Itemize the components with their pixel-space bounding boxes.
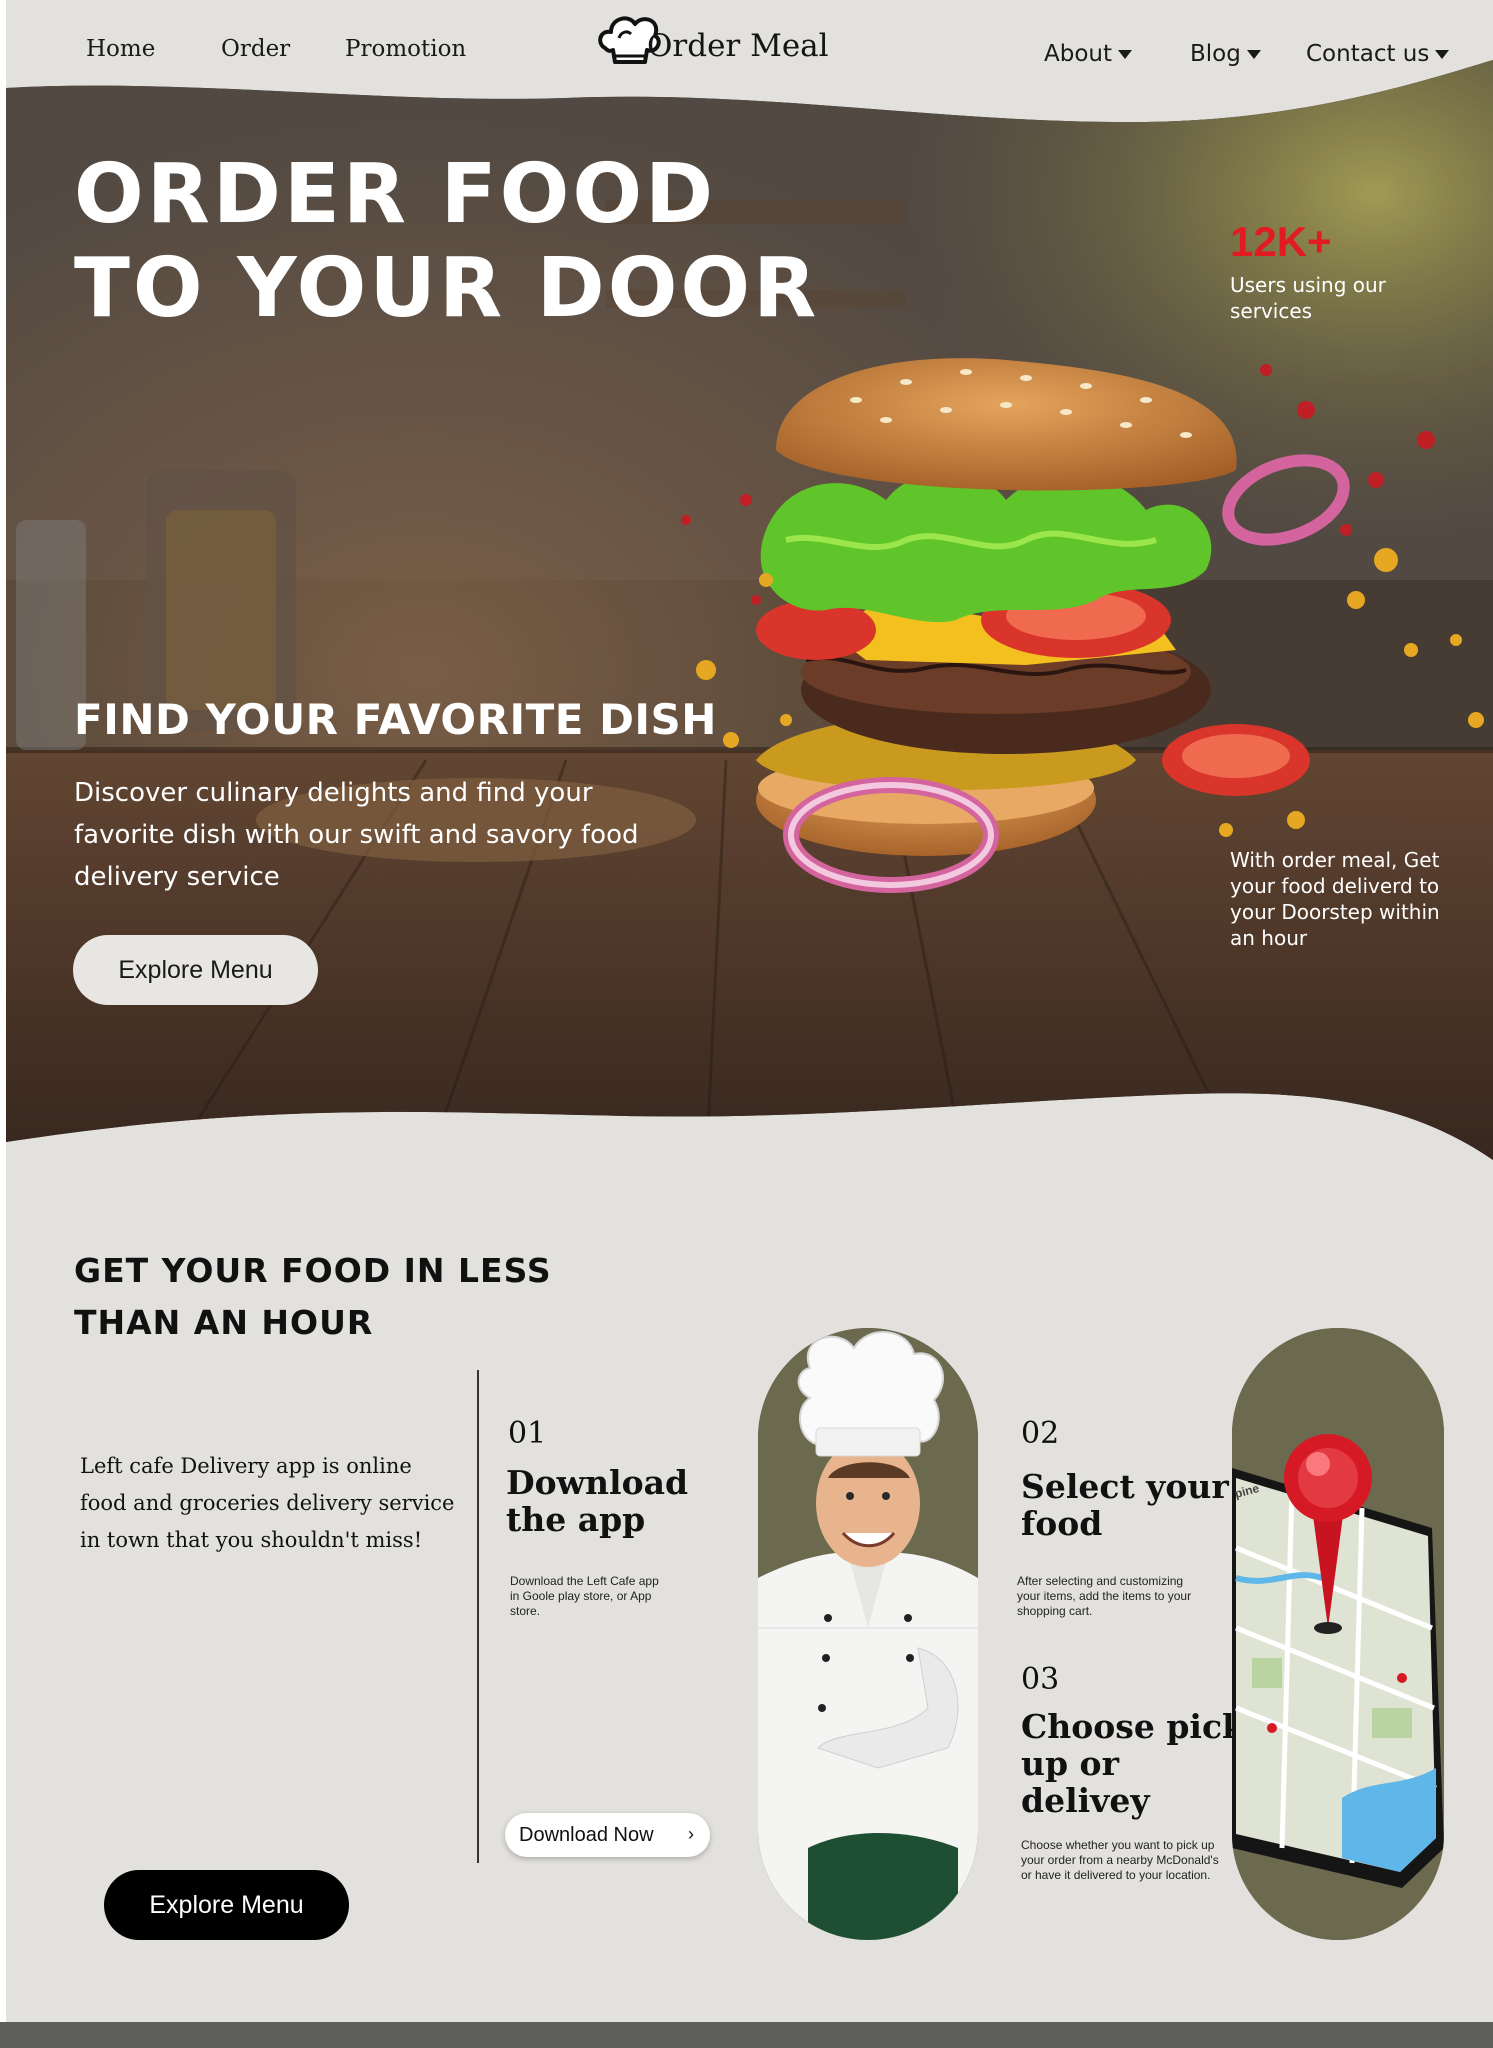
footer-strip — [0, 2022, 1493, 2048]
nav-promotion-link[interactable]: Promotion — [345, 36, 466, 62]
map-pin-illustration: pine — [1232, 1328, 1444, 1940]
hero-title-line1: ORDER FOOD — [74, 147, 717, 242]
step-1-title-line1: Download — [506, 1463, 689, 1502]
hero-subtitle: FIND YOUR FAVORITE DISH — [74, 695, 717, 744]
how-description: Left cafe Delivery app is online food an… — [80, 1454, 455, 1552]
step-1-title-line2: the app — [506, 1500, 646, 1539]
download-now-button[interactable]: Download Now › — [505, 1813, 710, 1857]
caret-down-icon — [1118, 50, 1133, 59]
step-2-number: 02 — [1021, 1416, 1060, 1451]
hero-title: ORDER FOOD TO YOUR DOOR — [74, 148, 819, 336]
explore-menu-button[interactable]: Explore Menu — [73, 935, 318, 1005]
step-3-title-line2: up or — [1021, 1744, 1119, 1783]
how-it-works-title: GET YOUR FOOD IN LESS THAN AN HOUR — [74, 1245, 552, 1349]
download-now-label: Download Now — [519, 1823, 654, 1846]
chef-illustration — [758, 1328, 978, 1940]
how-title-line1: GET YOUR FOOD IN LESS — [74, 1251, 552, 1290]
step-1-text: Download the Left Cafe app in Goole play… — [510, 1574, 659, 1618]
users-stat-label: Users using our services — [1230, 273, 1386, 323]
brand-name: Order Meal — [647, 28, 829, 64]
step-2-text: After selecting and customizing your ite… — [1017, 1574, 1192, 1618]
step-2-title-line2: food — [1021, 1504, 1103, 1543]
step-3-title: Choose pick up or delivey — [1021, 1708, 1245, 1819]
chevron-right-icon: › — [688, 1824, 694, 1844]
delivery-note: With order meal, Get your food deliverd … — [1230, 848, 1440, 950]
step-1-title: Download the app — [506, 1464, 688, 1538]
step-3-title-line3: delivey — [1021, 1781, 1150, 1820]
step-1-number: 01 — [508, 1416, 547, 1451]
step-2-title: Select your food — [1021, 1468, 1229, 1542]
explore-menu-button-dark[interactable]: Explore Menu — [104, 1870, 349, 1940]
step-2-title-line1: Select your — [1021, 1467, 1229, 1506]
chef-photo — [758, 1328, 978, 1940]
users-stat-number: 12K+ — [1230, 218, 1332, 265]
hero-title-line2: TO YOUR DOOR — [74, 241, 820, 336]
caret-down-icon — [1246, 50, 1261, 59]
step-3-number: 03 — [1021, 1662, 1060, 1697]
nav-home-link[interactable]: Home — [86, 36, 155, 62]
hero-section: ORDER FOOD TO YOUR DOOR 12K+ Users using… — [6, 60, 1493, 1170]
divider-line — [477, 1370, 479, 1863]
nav-order-link[interactable]: Order — [221, 36, 290, 62]
map-phone-photo: pine — [1232, 1328, 1444, 1940]
how-title-line2: THAN AN HOUR — [74, 1303, 374, 1342]
step-3-text: Choose whether you want to pick up your … — [1021, 1838, 1219, 1882]
caret-down-icon — [1435, 50, 1450, 59]
step-3-title-line1: Choose pick — [1021, 1707, 1245, 1746]
hero-description: Discover culinary delights and find your… — [74, 778, 639, 892]
